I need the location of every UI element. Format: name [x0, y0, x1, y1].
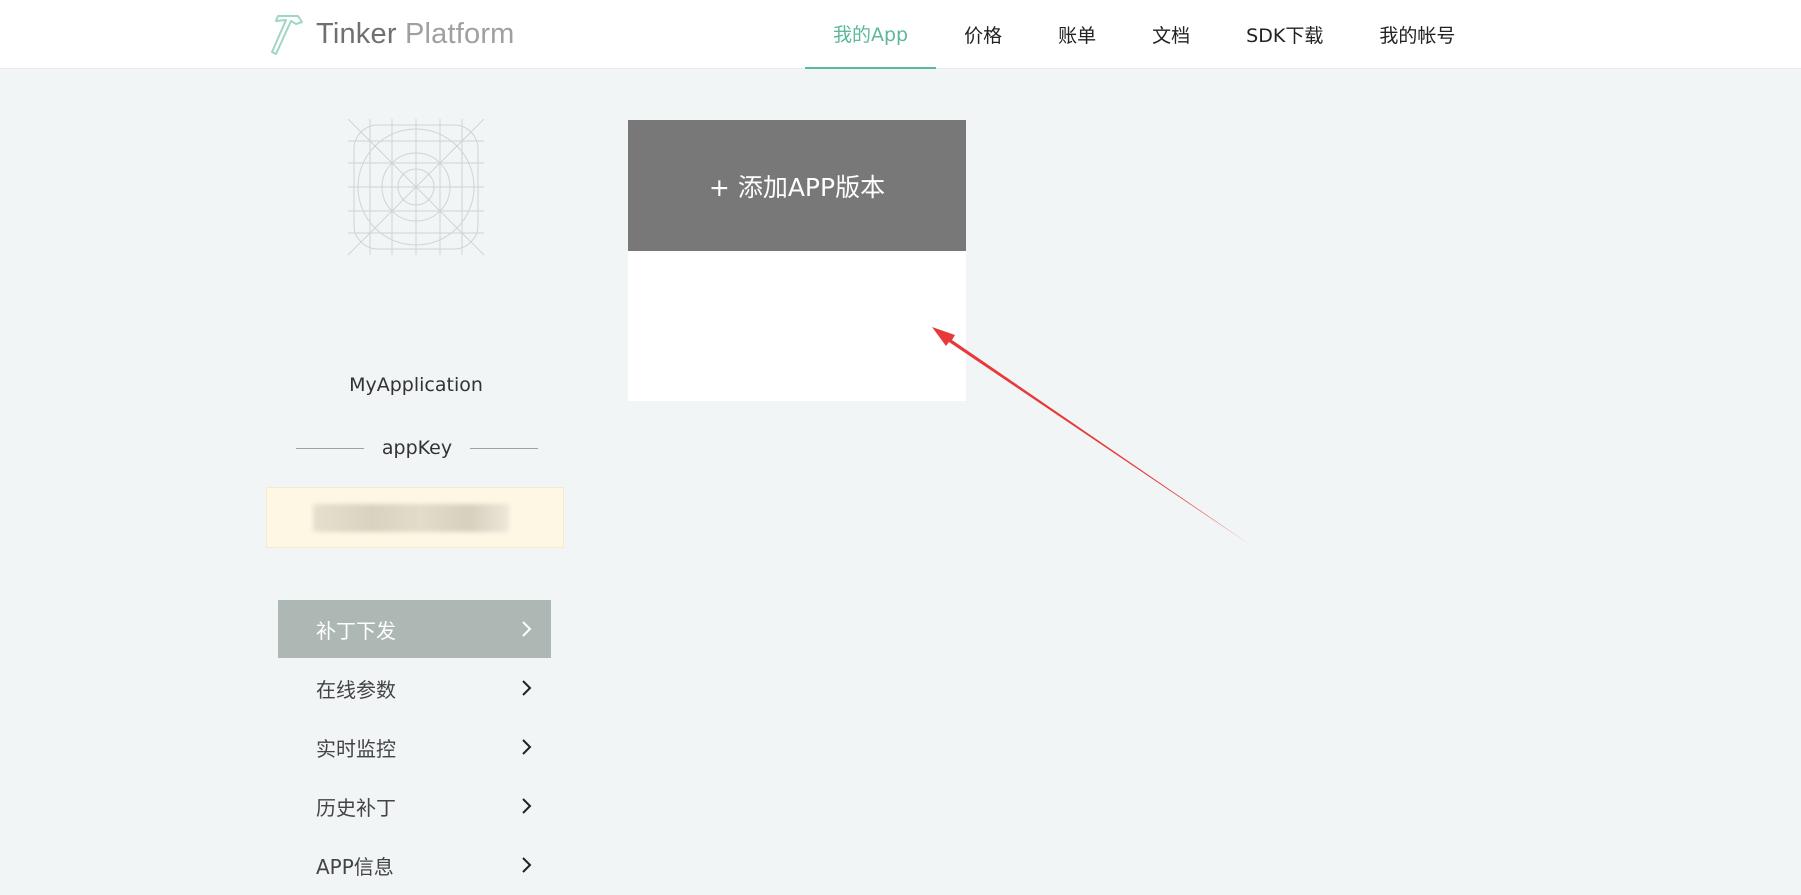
sidebar-item-label: 实时监控	[316, 736, 396, 761]
chevron-right-icon	[522, 680, 532, 696]
sidebar-item-online-params[interactable]: 在线参数	[278, 659, 551, 717]
sidebar-item-label: 历史补丁	[316, 795, 396, 820]
nav-my-account[interactable]: 我的帐号	[1351, 0, 1483, 69]
nav-sdk-download[interactable]: SDK下载	[1218, 0, 1351, 69]
chevron-right-icon	[522, 857, 532, 873]
sidebar-item-label: 补丁下发	[316, 618, 396, 643]
appkey-heading: appKey	[296, 437, 538, 459]
divider	[470, 447, 538, 449]
nav-docs[interactable]: 文档	[1124, 0, 1218, 69]
app-icon-placeholder	[348, 119, 484, 255]
sidebar-item-app-info[interactable]: APP信息	[278, 836, 551, 894]
divider	[296, 447, 364, 449]
sidebar-item-patch-history[interactable]: 历史补丁	[278, 777, 551, 835]
logo-sub-text: Platform	[404, 17, 515, 50]
tinker-logo[interactable]: Tinker Platform	[266, 12, 515, 56]
sidebar-menu: 补丁下发 在线参数 实时监控 历史补丁 APP信息	[278, 600, 551, 895]
appkey-value-box[interactable]	[266, 487, 564, 548]
chevron-right-icon	[522, 798, 532, 814]
sidebar-item-label: APP信息	[316, 854, 394, 879]
app-version-card: + 添加APP版本	[628, 120, 966, 401]
main-nav: 我的App 价格 账单 文档 SDK下载 我的帐号	[805, 0, 1483, 69]
hammer-icon	[271, 15, 303, 55]
chevron-right-icon	[522, 739, 532, 755]
nav-billing[interactable]: 账单	[1030, 0, 1124, 69]
app-name: MyApplication	[349, 374, 483, 396]
appkey-value-redacted	[313, 504, 509, 532]
appkey-label: appKey	[381, 437, 453, 459]
nav-pricing[interactable]: 价格	[936, 0, 1030, 69]
sidebar-item-patch-release[interactable]: 补丁下发	[278, 600, 551, 658]
sidebar-item-label: 在线参数	[316, 677, 396, 702]
sidebar-item-realtime-monitor[interactable]: 实时监控	[278, 718, 551, 776]
nav-my-app[interactable]: 我的App	[805, 0, 937, 69]
top-header: Tinker Platform 我的App 价格 账单 文档 SDK下载 我的帐…	[0, 0, 1801, 69]
annotation-arrow-shape	[932, 327, 1249, 544]
add-app-version-button[interactable]: + 添加APP版本	[628, 120, 966, 251]
chevron-right-icon	[522, 621, 532, 637]
logo-main-text: Tinker	[316, 17, 397, 50]
